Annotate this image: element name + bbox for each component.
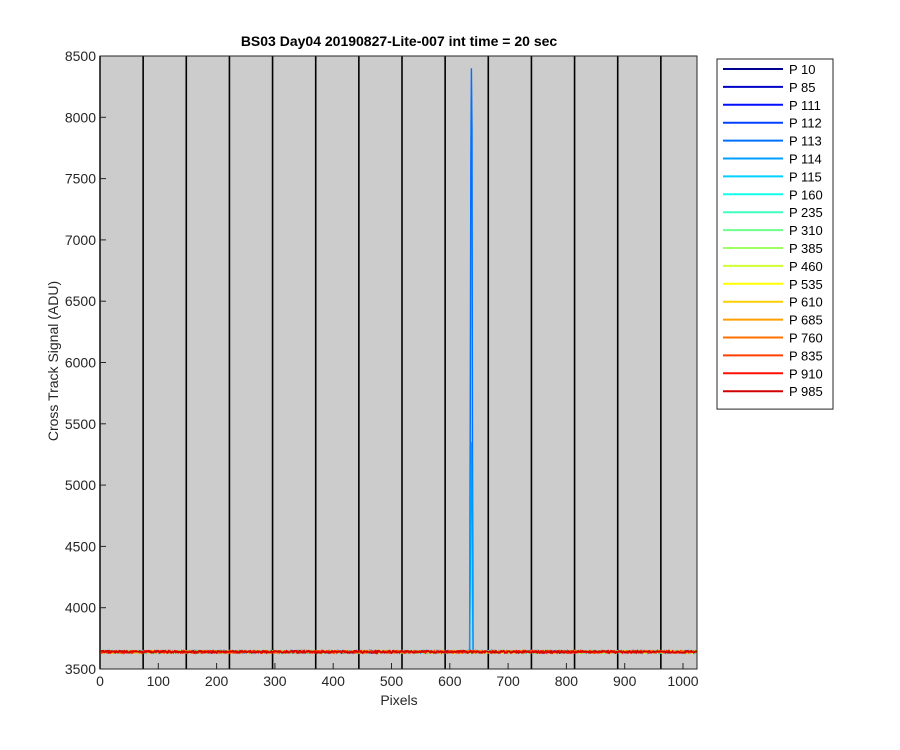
legend-label-p-85: P 85	[789, 80, 816, 95]
x-tick-label: 600	[438, 673, 462, 689]
legend-label-p-460: P 460	[789, 259, 823, 274]
legend-label-p-910: P 910	[789, 366, 823, 381]
x-tick-label: 200	[205, 673, 229, 689]
y-tick-label: 5000	[65, 477, 96, 493]
x-axis-label: Pixels	[380, 692, 417, 708]
legend: P 10 P 85 P 111 P 112 P 113 P 114 P 115 P 160 P …	[716, 58, 834, 410]
x-tick-label: 1000	[667, 673, 698, 689]
legend-label-p-111: P 111	[789, 98, 821, 113]
legend-label-p-610: P 610	[789, 295, 823, 310]
y-tick-label: 6000	[65, 355, 96, 371]
x-tick-label: 0	[96, 673, 104, 689]
legend-label-p-685: P 685	[789, 313, 823, 328]
x-tick-label: 300	[263, 673, 287, 689]
legend-label-p-235: P 235	[789, 205, 823, 220]
legend-label-p-535: P 535	[789, 277, 823, 292]
y-axis-label: Cross Track Signal (ADU)	[45, 281, 61, 441]
legend-label-p-985: P 985	[789, 384, 823, 399]
legend-label-p-160: P 160	[789, 187, 823, 202]
legend-label-p-113: P 113	[789, 134, 822, 149]
y-tick-label: 7500	[65, 171, 96, 187]
legend-label-p-385: P 385	[789, 241, 823, 256]
x-tick-label: 900	[613, 673, 637, 689]
legend-label-p-114: P 114	[789, 152, 822, 167]
y-tick-label: 5500	[65, 416, 96, 432]
legend-label-p-835: P 835	[789, 348, 823, 363]
x-tick-label: 500	[380, 673, 404, 689]
y-tick-label: 4500	[65, 538, 96, 554]
legend-label-p-760: P 760	[789, 331, 823, 346]
x-tick-label: 400	[322, 673, 346, 689]
y-tick-label: 8500	[65, 48, 96, 64]
legend-label-p-310: P 310	[789, 223, 823, 238]
figure: BS03 Day04 20190827-Lite-007 int time = …	[45, 33, 834, 708]
x-tick-label: 800	[555, 673, 579, 689]
legend-label-p-115: P 115	[789, 169, 822, 184]
chart-title: BS03 Day04 20190827-Lite-007 int time = …	[241, 33, 558, 49]
plot-area: 0 100 200 300 400 500 600 700 800 900 1000 3500 400…	[65, 48, 699, 689]
y-tick-label: 6500	[65, 293, 96, 309]
x-tick-label: 700	[496, 673, 520, 689]
y-tick-label: 7000	[65, 232, 96, 248]
legend-label-p-112: P 112	[789, 116, 822, 131]
y-tick-label: 4000	[65, 600, 96, 616]
legend-label-p-10: P 10	[789, 62, 816, 77]
y-tick-label: 8000	[65, 109, 96, 125]
y-tick-label: 3500	[65, 661, 96, 677]
x-tick-label: 100	[147, 673, 171, 689]
plot-background	[100, 56, 697, 669]
